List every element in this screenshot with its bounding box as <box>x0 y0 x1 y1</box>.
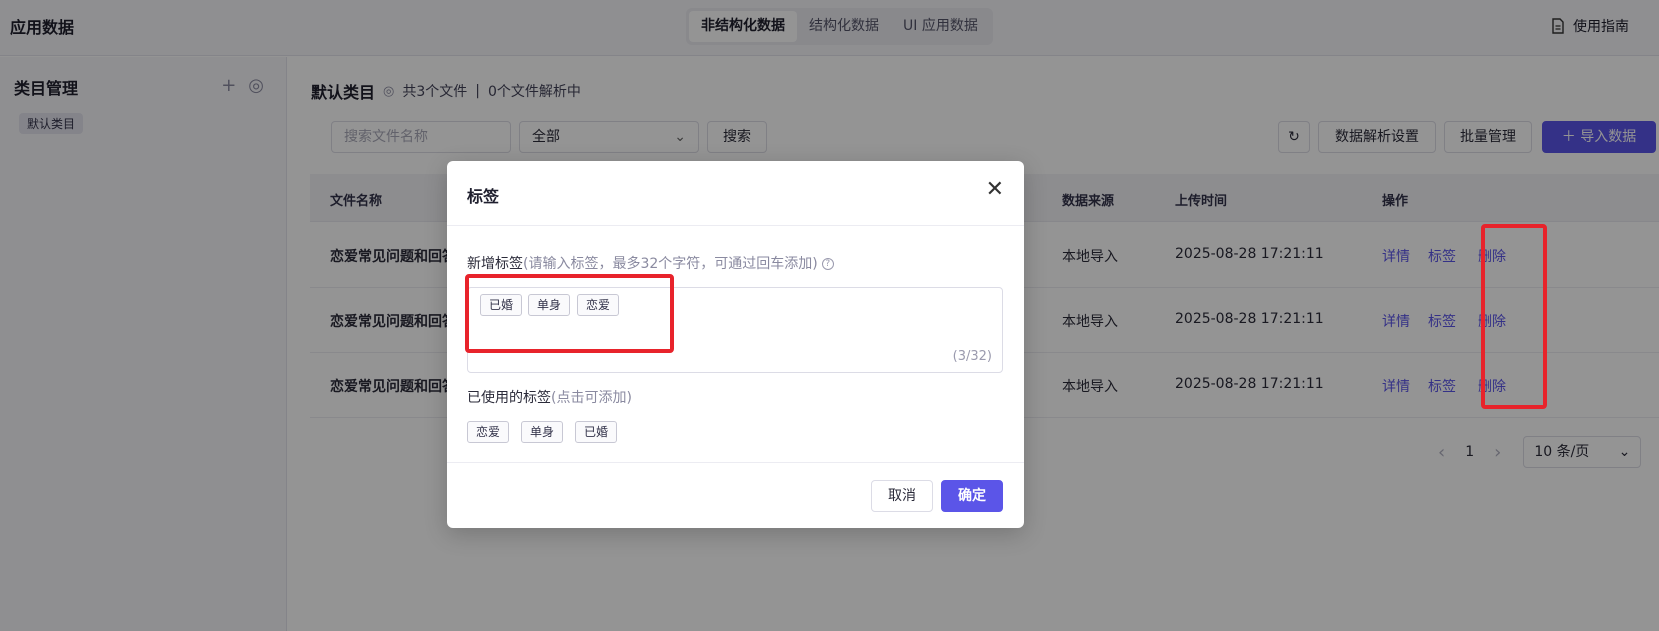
help-icon[interactable]: ? <box>821 258 834 270</box>
used-tags-hint: (点击可添加) <box>551 390 632 406</box>
close-icon[interactable]: ✕ <box>986 179 1004 201</box>
modal-footer: 取消 确定 <box>447 462 1024 528</box>
used-tags-label: 已使用的标签(点击可添加) <box>467 387 632 407</box>
new-tag-label-text: 新增标签 <box>467 256 523 272</box>
tag-counter: (3/32) <box>952 349 992 364</box>
used-tag[interactable]: 单身 <box>521 421 564 443</box>
annotation-highlight-tag-column <box>1481 224 1547 409</box>
annotation-highlight-tag-input <box>465 274 674 353</box>
cancel-button[interactable]: 取消 <box>871 480 933 512</box>
confirm-button[interactable]: 确定 <box>941 480 1003 512</box>
used-tag[interactable]: 恋爱 <box>467 421 510 443</box>
new-tag-label: 新增标签(请输入标签，最多32个字符，可通过回车添加)? <box>467 253 834 273</box>
modal-title: 标签 <box>467 187 500 206</box>
used-tag[interactable]: 已婚 <box>575 421 618 443</box>
used-tags-label-text: 已使用的标签 <box>467 390 551 406</box>
new-tag-hint: (请输入标签，最多32个字符，可通过回车添加) <box>523 256 818 272</box>
